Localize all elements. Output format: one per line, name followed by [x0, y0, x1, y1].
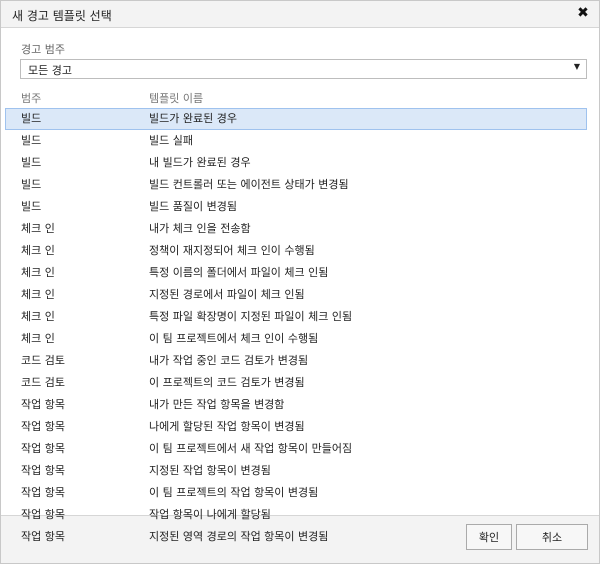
column-header-category[interactable]: 범주 — [21, 90, 41, 106]
template-row[interactable]: 빌드 빌드 컨트롤러 또는 에이전트 상태가 변경됨 — [5, 174, 587, 196]
column-header-template-name[interactable]: 템플릿 이름 — [149, 90, 203, 106]
template-row-category: 코드 검토 — [21, 354, 65, 367]
template-list-header: 범주 템플릿 이름 — [1, 90, 599, 108]
template-row-name: 빌드 품질이 변경됨 — [149, 200, 237, 213]
template-row[interactable]: 작업 항목 이 팀 프로젝트에서 새 작업 항목이 만들어짐 — [5, 438, 587, 460]
template-row[interactable]: 체크 인 정책이 재지정되어 체크 인이 수행됨 — [5, 240, 587, 262]
template-row-name: 빌드 실패 — [149, 134, 193, 147]
template-row-category: 코드 검토 — [21, 376, 65, 389]
template-row[interactable]: 작업 항목 나에게 할당된 작업 항목이 변경됨 — [5, 416, 587, 438]
template-row-name: 정책이 재지정되어 체크 인이 수행됨 — [149, 244, 315, 257]
template-row[interactable]: 작업 항목 이 팀 프로젝트의 작업 항목이 변경됨 — [5, 482, 587, 504]
dialog-body: 경고 범주 모든 경고 ▼ 범주 템플릿 이름 빌드 빌드가 완료된 경우 빌드 빌드… — [1, 27, 599, 543]
template-row-name: 이 프로젝트의 코드 검토가 변경됨 — [149, 376, 305, 389]
cancel-button[interactable]: 취소 — [516, 524, 588, 550]
template-row[interactable]: 체크 인 이 팀 프로젝트에서 체크 인이 수행됨 — [5, 328, 587, 350]
template-list: 빌드 빌드가 완료된 경우 빌드 빌드 실패 빌드 내 빌드가 완료된 경우 빌드 빌드 컨트… — [5, 108, 587, 548]
template-row-category: 빌드 — [21, 134, 42, 147]
template-row-category: 체크 인 — [21, 332, 55, 345]
template-row-category: 빌드 — [21, 156, 42, 169]
template-row-name: 이 팀 프로젝트의 작업 항목이 변경됨 — [149, 486, 319, 499]
category-filter-label: 경고 범주 — [21, 43, 65, 56]
template-row[interactable]: 체크 인 내가 체크 인을 전송함 — [5, 218, 587, 240]
template-row-name: 지정된 작업 항목이 변경됨 — [149, 464, 271, 477]
template-row[interactable]: 빌드 빌드 실패 — [5, 130, 587, 152]
template-row-name: 빌드가 완료된 경우 — [149, 112, 237, 125]
template-row-category: 빌드 — [21, 112, 42, 125]
template-row-category: 체크 인 — [21, 266, 55, 279]
template-row-category: 체크 인 — [21, 310, 55, 323]
template-row-name: 특정 파일 확장명이 지정된 파일이 체크 인됨 — [149, 310, 353, 323]
dialog-title: 새 경고 템플릿 선택 — [12, 9, 112, 23]
template-row-name: 내 빌드가 완료된 경우 — [149, 156, 251, 169]
template-row[interactable]: 코드 검토 내가 작업 중인 코드 검토가 변경됨 — [5, 350, 587, 372]
new-alert-template-dialog: 새 경고 템플릿 선택 ✖ 경고 범주 모든 경고 ▼ 범주 템플릿 이름 빌드… — [0, 0, 600, 564]
template-row-name: 지정된 경로에서 파일이 체크 인됨 — [149, 288, 305, 301]
template-row-name: 이 팀 프로젝트에서 체크 인이 수행됨 — [149, 332, 319, 345]
template-row[interactable]: 작업 항목 지정된 작업 항목이 변경됨 — [5, 460, 587, 482]
template-row-name: 빌드 컨트롤러 또는 에이전트 상태가 변경됨 — [149, 178, 349, 191]
chevron-down-icon: ▼ — [573, 62, 580, 71]
template-row[interactable]: 체크 인 특정 이름의 폴더에서 파일이 체크 인됨 — [5, 262, 587, 284]
template-row[interactable]: 빌드 빌드 품질이 변경됨 — [5, 196, 587, 218]
template-row[interactable]: 체크 인 특정 파일 확장명이 지정된 파일이 체크 인됨 — [5, 306, 587, 328]
template-row[interactable]: 체크 인 지정된 경로에서 파일이 체크 인됨 — [5, 284, 587, 306]
title-bar: 새 경고 템플릿 선택 ✖ — [1, 1, 599, 27]
template-row[interactable]: 빌드 빌드가 완료된 경우 — [5, 108, 587, 130]
template-row[interactable]: 작업 항목 내가 만든 작업 항목을 변경함 — [5, 394, 587, 416]
close-icon[interactable]: ✖ — [575, 5, 591, 21]
template-row-category: 체크 인 — [21, 222, 55, 235]
template-row-category: 작업 항목 — [21, 398, 65, 411]
template-row-name: 내가 체크 인을 전송함 — [149, 222, 251, 235]
template-row-category: 빌드 — [21, 178, 42, 191]
template-row-name: 나에게 할당된 작업 항목이 변경됨 — [149, 420, 305, 433]
template-row-name: 내가 만든 작업 항목을 변경함 — [149, 398, 285, 411]
category-filter-value: 모든 경고 — [28, 64, 72, 77]
template-row-category: 작업 항목 — [21, 486, 65, 499]
template-row[interactable]: 빌드 내 빌드가 완료된 경우 — [5, 152, 587, 174]
template-row-category: 작업 항목 — [21, 442, 65, 455]
template-row-name: 이 팀 프로젝트에서 새 작업 항목이 만들어짐 — [149, 442, 353, 455]
template-row-category: 체크 인 — [21, 288, 55, 301]
template-row-name: 내가 작업 중인 코드 검토가 변경됨 — [149, 354, 309, 367]
template-row-category: 작업 항목 — [21, 464, 65, 477]
template-row-name: 특정 이름의 폴더에서 파일이 체크 인됨 — [149, 266, 329, 279]
template-row[interactable]: 코드 검토 이 프로젝트의 코드 검토가 변경됨 — [5, 372, 587, 394]
ok-button[interactable]: 확인 — [466, 524, 512, 550]
template-row-category: 체크 인 — [21, 244, 55, 257]
template-row-category: 작업 항목 — [21, 420, 65, 433]
category-filter-select[interactable]: 모든 경고 ▼ — [20, 59, 587, 79]
template-row-category: 빌드 — [21, 200, 42, 213]
dialog-footer: 확인 취소 — [1, 515, 599, 563]
